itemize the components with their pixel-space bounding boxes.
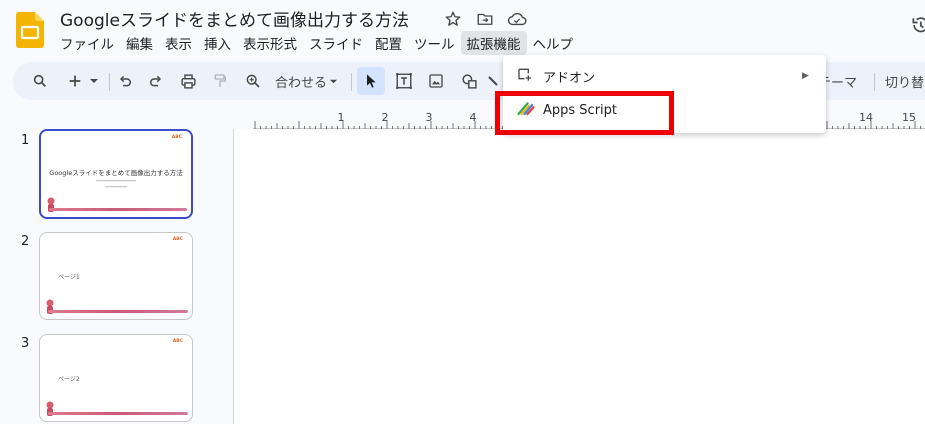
menu-tools[interactable]: ツール xyxy=(408,31,461,55)
menu-bar: ファイル 編集 表示 挿入 表示形式 スライド 配置 ツール 拡張機能 ヘルプ xyxy=(54,31,579,55)
slide-number: 2 xyxy=(21,234,30,249)
google-slides-app: Googleスライドをまとめて画像出力する方法 ファイル 編集 表示 挿入 表示… xyxy=(0,0,925,424)
menu-arrange[interactable]: 配置 xyxy=(369,31,408,55)
submenu-arrow-icon: ▶ xyxy=(802,71,809,81)
thumb-subtitle-line: ━━━━━━━━━━━━ xyxy=(105,185,127,189)
slide-thumbnail-3[interactable]: ABC ページ2 xyxy=(39,334,193,422)
search-menus-icon[interactable] xyxy=(27,62,53,100)
ruler-number: 2 xyxy=(382,111,389,124)
thumb-page-text: ページ2 xyxy=(58,376,80,383)
text-box-icon[interactable] xyxy=(391,62,417,100)
ruler-number: 4 xyxy=(470,111,477,124)
menu-file[interactable]: ファイル xyxy=(54,31,120,55)
transition-button[interactable]: 切り替 xyxy=(885,62,925,100)
thumb-logo: ABC xyxy=(171,135,182,140)
slide-thumbnail-1[interactable]: ABC Googleスライドをまとめて画像出力する方法 ━━━━━━━━━━━━… xyxy=(39,129,193,219)
print-icon[interactable] xyxy=(176,62,200,100)
undo-icon[interactable] xyxy=(113,62,137,100)
paint-format-icon[interactable] xyxy=(208,62,232,100)
slide-thumbnail-2[interactable]: ABC ページ1 xyxy=(39,232,193,320)
ruler-number: 14 xyxy=(859,111,873,124)
addon-icon xyxy=(517,66,533,86)
mascot-icon xyxy=(46,299,54,314)
mascot-icon xyxy=(47,197,55,212)
addon-menu-item[interactable]: アドオン ▶ xyxy=(503,61,826,91)
thumb-logo: ABC xyxy=(172,339,183,344)
document-title[interactable]: Googleスライドをまとめて画像出力する方法 xyxy=(60,6,409,31)
transition-button-label: 切り替 xyxy=(885,75,925,91)
slide-canvas[interactable] xyxy=(233,129,925,424)
redo-icon[interactable] xyxy=(144,62,168,100)
image-icon[interactable] xyxy=(424,62,448,100)
menu-help[interactable]: ヘルプ xyxy=(527,31,580,55)
ruler-number: 1 xyxy=(338,111,345,124)
highlight-annotation xyxy=(495,91,674,135)
ruler-number: 15 xyxy=(902,111,916,124)
addon-label: アドオン xyxy=(543,70,596,86)
star-icon[interactable] xyxy=(442,8,464,30)
history-icon[interactable] xyxy=(910,14,925,36)
new-slide-dropdown-icon[interactable] xyxy=(87,62,101,100)
slides-logo-icon[interactable] xyxy=(16,12,44,48)
menu-extensions[interactable]: 拡張機能 xyxy=(460,31,527,55)
menu-insert[interactable]: 挿入 xyxy=(198,31,237,55)
mascot-icon xyxy=(46,401,54,416)
zoom-icon[interactable] xyxy=(241,62,265,100)
new-slide-icon[interactable] xyxy=(63,62,87,100)
slide-number: 1 xyxy=(21,133,30,148)
thumb-stripe xyxy=(48,310,188,313)
ruler-number: 3 xyxy=(426,111,433,124)
menu-view[interactable]: 表示 xyxy=(159,31,198,55)
thumb-page-text: ページ1 xyxy=(58,274,80,281)
editor-canvas: 1 2 3 4 5 14 15 xyxy=(205,107,925,424)
zoom-dropdown-icon xyxy=(329,79,338,83)
zoom-select-label: 合わせる xyxy=(275,75,328,91)
menu-format[interactable]: 表示形式 xyxy=(237,31,303,55)
slide-number: 3 xyxy=(21,336,30,351)
move-folder-icon[interactable] xyxy=(474,8,496,30)
shape-icon[interactable] xyxy=(457,62,481,100)
select-tool-icon[interactable] xyxy=(357,67,385,95)
menu-edit[interactable]: 編集 xyxy=(120,31,159,55)
cloud-status-icon[interactable] xyxy=(506,8,528,30)
thumb-subtitle-line: ━━━━━━━━━━━━━━━━━━━━━━ xyxy=(96,179,136,183)
zoom-select[interactable]: 合わせる xyxy=(275,62,343,100)
thumb-stripe xyxy=(48,412,188,415)
thumb-title: Googleスライドをまとめて画像出力する方法 xyxy=(49,169,183,177)
menu-slide[interactable]: スライド xyxy=(303,31,369,55)
thumb-logo: ABC xyxy=(172,237,183,242)
thumb-stripe xyxy=(49,208,187,211)
